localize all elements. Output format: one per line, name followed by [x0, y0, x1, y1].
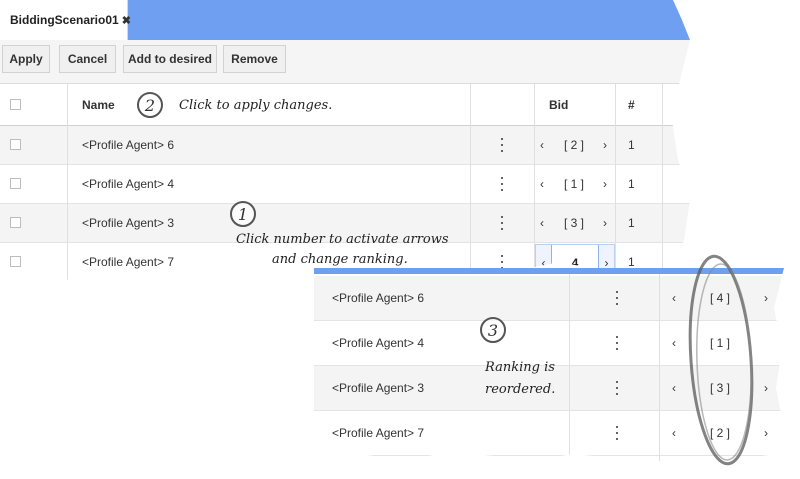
kebab-menu-icon[interactable] — [612, 426, 622, 440]
step-3-note-line2: reordered. — [485, 382, 556, 397]
tab-bar: BiddingScenario01 ✖ — [0, 0, 690, 40]
bid-column-header[interactable]: Bid — [549, 84, 568, 125]
panel-header-strip — [314, 268, 784, 274]
agent-name: <Profile Agent> 7 — [82, 255, 175, 269]
kebab-menu-icon[interactable] — [497, 216, 507, 230]
row-checkbox[interactable] — [10, 217, 21, 228]
step-1-note-line1: Click number to activate arrows — [236, 232, 449, 247]
rank-value[interactable]: [ 4 ] — [710, 276, 730, 320]
select-all-checkbox[interactable] — [10, 98, 21, 110]
rank-value[interactable]: [ 1 ] — [710, 321, 730, 365]
row-checkbox[interactable] — [10, 178, 21, 189]
remove-button[interactable]: Remove — [223, 45, 286, 73]
grid-header: Name Bid # — [0, 84, 690, 126]
chevron-left-icon[interactable]: ‹ — [672, 321, 676, 365]
step-3-badge: 3 — [480, 317, 506, 343]
column-divider — [659, 274, 660, 462]
rank-value[interactable]: [ 2 ] — [564, 126, 584, 164]
count-value: 1 — [628, 138, 635, 152]
chevron-left-icon[interactable]: ‹ — [540, 204, 544, 242]
kebab-menu-icon[interactable] — [497, 138, 507, 152]
tab-title: BiddingScenario01 — [10, 13, 119, 27]
count-column-header[interactable]: # — [628, 84, 635, 125]
count-value: 1 — [628, 177, 635, 191]
chevron-right-icon[interactable]: › — [603, 165, 607, 203]
chevron-left-icon[interactable]: ‹ — [672, 276, 676, 320]
rank-value[interactable]: [ 3 ] — [564, 204, 584, 242]
agent-name: <Profile Agent> 4 — [332, 336, 425, 350]
tab-bidding-scenario[interactable]: BiddingScenario01 ✖ — [0, 0, 131, 40]
kebab-menu-icon[interactable] — [497, 255, 507, 269]
chevron-left-icon[interactable]: ‹ — [540, 165, 544, 203]
chevron-left-icon[interactable]: ‹ — [672, 366, 676, 410]
table-row: <Profile Agent> 6 ‹ [ 2 ] › 1 — [0, 126, 690, 165]
column-divider — [67, 84, 68, 282]
step-2-note: Click to apply changes. — [179, 98, 333, 113]
rank-value[interactable]: [ 1 ] — [564, 165, 584, 203]
chevron-left-icon[interactable]: ‹ — [540, 126, 544, 164]
step-1-note-line2: and change ranking. — [272, 252, 408, 267]
cancel-button[interactable]: Cancel — [59, 45, 116, 73]
column-divider — [534, 84, 535, 282]
agent-name: <Profile Agent> 3 — [332, 381, 425, 395]
chevron-right-icon[interactable]: › — [603, 204, 607, 242]
agent-name: <Profile Agent> 6 — [82, 138, 175, 152]
kebab-menu-icon[interactable] — [612, 381, 622, 395]
step-3-note-line1: Ranking is — [485, 360, 555, 375]
column-divider — [569, 274, 570, 462]
close-icon[interactable]: ✖ — [122, 14, 131, 27]
rank-value[interactable]: [ 2 ] — [710, 411, 730, 455]
count-value: 1 — [628, 216, 635, 230]
table-row: <Profile Agent> 4 ‹ [ 1 ] › 1 — [0, 165, 690, 204]
rank-value[interactable]: [ 3 ] — [710, 366, 730, 410]
column-divider — [470, 84, 471, 282]
row-checkbox[interactable] — [10, 256, 21, 267]
chevron-right-icon[interactable]: › — [603, 126, 607, 164]
chevron-right-icon[interactable]: › — [764, 411, 768, 455]
add-to-desired-button[interactable]: Add to desired — [123, 45, 217, 73]
kebab-menu-icon[interactable] — [612, 336, 622, 350]
agent-name: <Profile Agent> 7 — [332, 426, 425, 440]
chevron-right-icon[interactable]: › — [764, 366, 768, 410]
table-row: <Profile Agent> 6 ‹ [ 4 ] › — [314, 276, 784, 321]
name-column-header[interactable]: Name — [82, 84, 115, 125]
column-divider — [662, 84, 663, 282]
kebab-menu-icon[interactable] — [612, 291, 622, 305]
agent-name: <Profile Agent> 6 — [332, 291, 425, 305]
column-divider — [615, 84, 616, 282]
row-checkbox[interactable] — [10, 139, 21, 150]
table-row: <Profile Agent> 7 ‹ [ 2 ] › — [314, 411, 784, 456]
kebab-menu-icon[interactable] — [497, 177, 507, 191]
step-2-badge: 2 — [137, 92, 163, 118]
chevron-right-icon[interactable]: › — [764, 276, 768, 320]
step-1-badge: 1 — [230, 201, 256, 227]
toolbar: Apply Cancel Add to desired Remove — [0, 40, 690, 84]
chevron-left-icon[interactable]: ‹ — [672, 411, 676, 455]
apply-button[interactable]: Apply — [2, 45, 50, 73]
agent-name: <Profile Agent> 4 — [82, 177, 175, 191]
agent-name: <Profile Agent> 3 — [82, 216, 175, 230]
